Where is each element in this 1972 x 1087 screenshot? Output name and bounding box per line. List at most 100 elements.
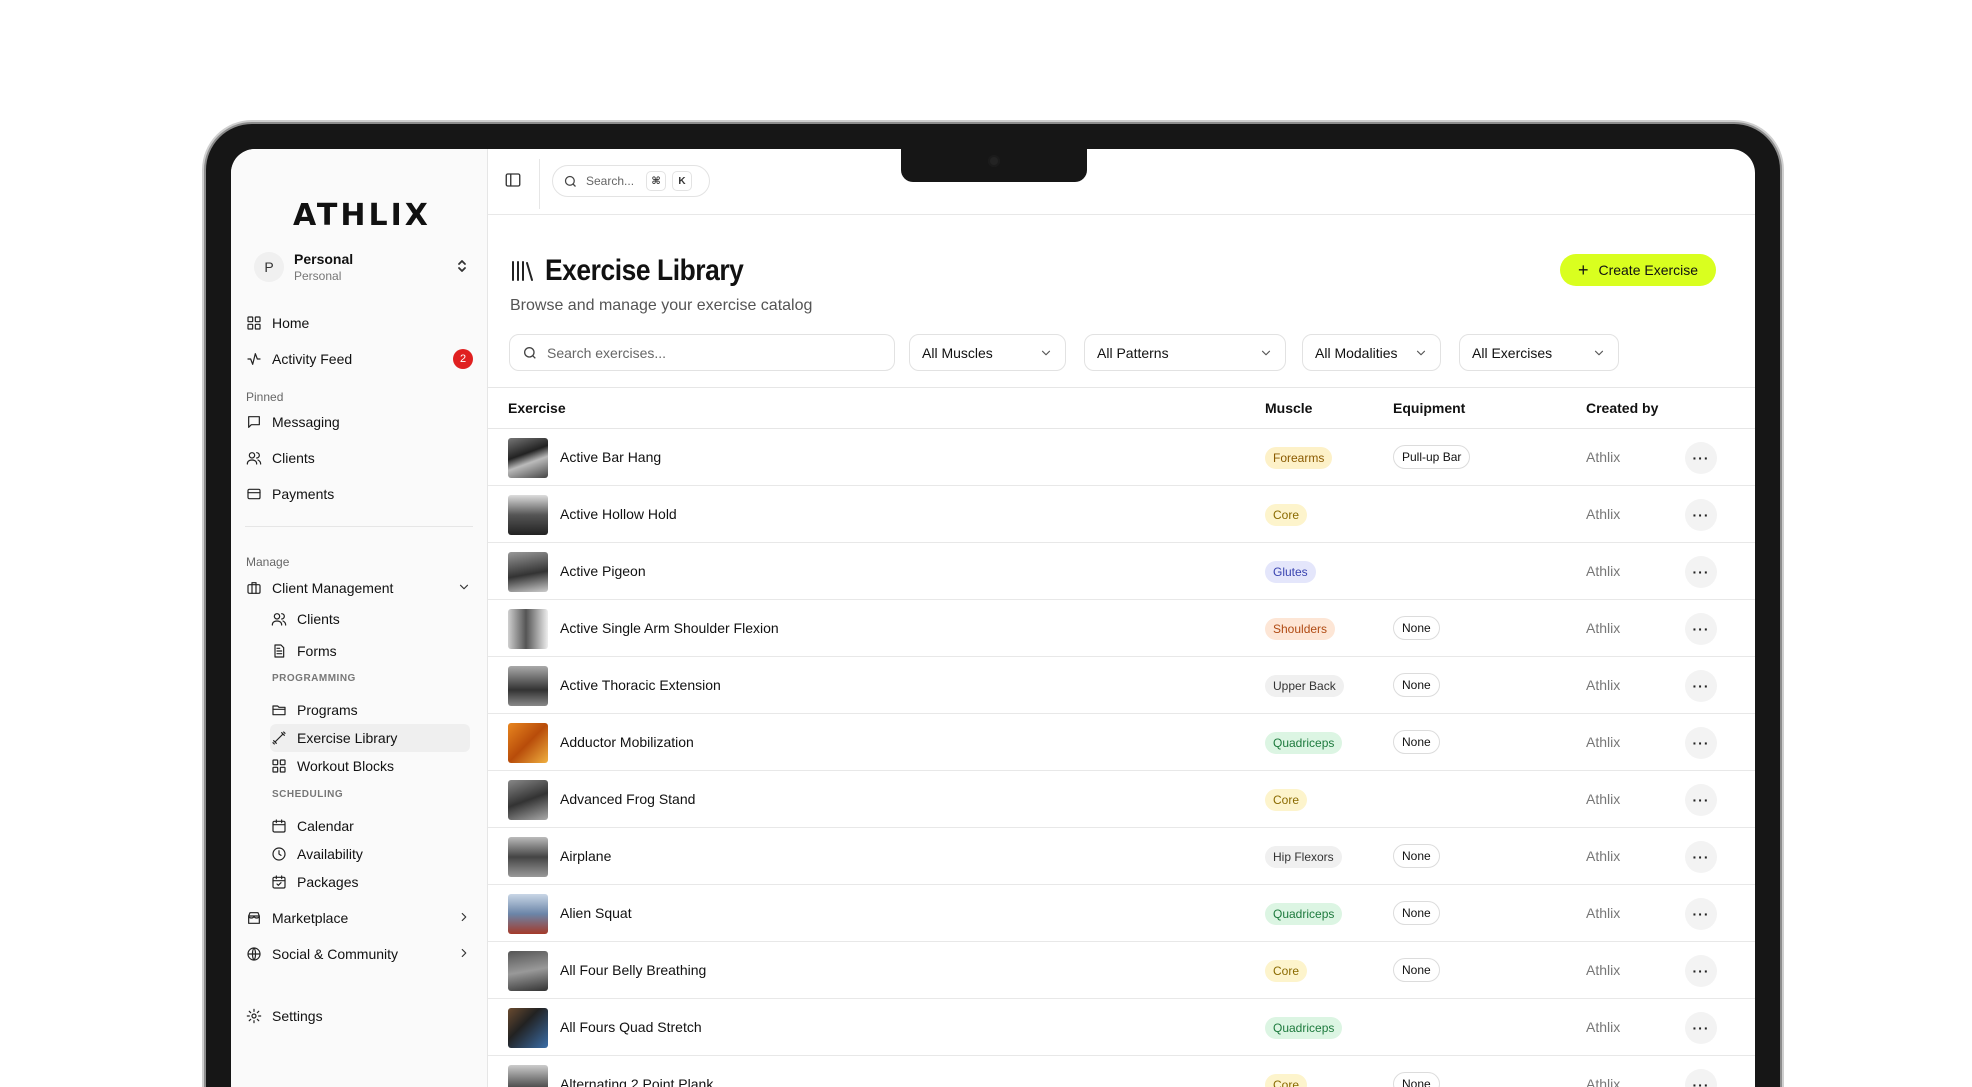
- sidebar-item-home[interactable]: Home: [245, 309, 473, 337]
- exercise-thumbnail: [508, 609, 548, 649]
- sidebar-item-marketplace[interactable]: Marketplace: [245, 904, 473, 932]
- created-by: Athlix: [1586, 791, 1621, 807]
- app-screen: ATHLIX P Personal Personal Home Activity…: [231, 149, 1755, 1087]
- created-by: Athlix: [1586, 905, 1621, 921]
- table-row[interactable]: Active Single Arm Shoulder Flexion Should…: [488, 600, 1755, 657]
- workspace-switcher[interactable]: P Personal Personal: [254, 248, 468, 286]
- exercise-name[interactable]: Advanced Frog Stand: [560, 791, 695, 807]
- sidebar-item-client-management[interactable]: Client Management: [245, 574, 473, 602]
- exercise-name[interactable]: Active Pigeon: [560, 563, 646, 579]
- equipment-badge: None: [1393, 1072, 1440, 1087]
- muscle-badge: Shoulders: [1265, 618, 1336, 640]
- exercise-thumbnail: [508, 780, 548, 820]
- create-exercise-button[interactable]: + Create Exercise: [1560, 254, 1716, 286]
- section-label-manage: Manage: [246, 555, 290, 569]
- created-by: Athlix: [1586, 506, 1621, 522]
- muscle-badge: Quadriceps: [1265, 1017, 1343, 1039]
- sidebar-item-forms[interactable]: Forms: [270, 637, 470, 665]
- more-options-icon[interactable]: ···: [1685, 727, 1717, 759]
- page-header: Exercise Library: [509, 254, 770, 288]
- created-by: Athlix: [1586, 620, 1621, 636]
- more-options-icon[interactable]: ···: [1685, 784, 1717, 816]
- more-options-icon[interactable]: ···: [1685, 841, 1717, 873]
- global-search-input[interactable]: Search... ⌘ K: [552, 165, 710, 197]
- more-options-icon[interactable]: ···: [1685, 613, 1717, 645]
- filter-patterns-select[interactable]: All Patterns: [1084, 334, 1286, 371]
- sidebar-item-label: Exercise Library: [297, 730, 398, 746]
- grid-icon: [270, 757, 288, 775]
- sidebar-item-label: Programs: [297, 702, 358, 718]
- more-options-icon[interactable]: ···: [1685, 898, 1717, 930]
- table-row[interactable]: Advanced Frog Stand Core Athlix ···: [488, 771, 1755, 828]
- exercise-name[interactable]: Active Hollow Hold: [560, 506, 677, 522]
- gear-icon: [245, 1007, 263, 1025]
- filter-exercises-select[interactable]: All Exercises: [1459, 334, 1619, 371]
- exercise-search-input[interactable]: Search exercises...: [509, 334, 895, 371]
- more-options-icon[interactable]: ···: [1685, 670, 1717, 702]
- sidebar-item-clients[interactable]: Clients: [245, 444, 473, 472]
- table-row[interactable]: All Four Belly Breathing Core None Athlix ··…: [488, 942, 1755, 999]
- sidebar-item-settings[interactable]: Settings: [245, 1002, 473, 1030]
- more-options-icon[interactable]: ···: [1685, 955, 1717, 987]
- sidebar-item-payments[interactable]: Payments: [245, 480, 473, 508]
- table-row[interactable]: Airplane Hip Flexors None Athlix ···: [488, 828, 1755, 885]
- table-header: Exercise Muscle Equipment Created by: [488, 387, 1755, 429]
- brand-logo[interactable]: ATHLIX: [293, 198, 431, 233]
- sidebar-item-activity-feed[interactable]: Activity Feed 2: [245, 345, 473, 373]
- table-row[interactable]: Active Bar Hang Forearms Pull-up Bar Athlix…: [488, 429, 1755, 486]
- table-row[interactable]: All Fours Quad Stretch Quadriceps Athlix ··…: [488, 999, 1755, 1056]
- exercise-name[interactable]: Alien Squat: [560, 905, 632, 921]
- table-row[interactable]: Adductor Mobilization Quadriceps None Athli…: [488, 714, 1755, 771]
- exercise-name[interactable]: Active Single Arm Shoulder Flexion: [560, 620, 779, 636]
- table-row[interactable]: Alien Squat Quadriceps None Athlix ···: [488, 885, 1755, 942]
- more-options-icon[interactable]: ···: [1685, 1069, 1717, 1087]
- header-equipment[interactable]: Equipment: [1393, 400, 1465, 416]
- exercise-name[interactable]: Active Bar Hang: [560, 449, 661, 465]
- sidebar-item-messaging[interactable]: Messaging: [245, 408, 473, 436]
- header-created-by[interactable]: Created by: [1586, 400, 1658, 416]
- sidebar-item-programs[interactable]: Programs: [270, 696, 470, 724]
- table-row[interactable]: Active Pigeon Glutes Athlix ···: [488, 543, 1755, 600]
- sidebar-item-availability[interactable]: Availability: [270, 840, 470, 868]
- more-options-icon[interactable]: ···: [1685, 1012, 1717, 1044]
- created-by: Athlix: [1586, 563, 1621, 579]
- sidebar-item-label: Availability: [297, 846, 363, 862]
- kbd-k: K: [672, 171, 693, 191]
- exercise-name[interactable]: All Fours Quad Stretch: [560, 1019, 702, 1035]
- equipment-badge: None: [1393, 730, 1440, 754]
- sidebar-item-packages[interactable]: Packages: [270, 868, 470, 896]
- table-row[interactable]: Active Thoracic Extension Upper Back None A…: [488, 657, 1755, 714]
- filter-muscles-select[interactable]: All Muscles: [909, 334, 1066, 371]
- filter-modalities-select[interactable]: All Modalities: [1302, 334, 1441, 371]
- created-by: Athlix: [1586, 734, 1621, 750]
- briefcase-icon: [245, 579, 263, 597]
- exercise-name[interactable]: All Four Belly Breathing: [560, 962, 706, 978]
- table-row[interactable]: Alternating 2 Point Plank Core None Athlix ·…: [488, 1056, 1755, 1087]
- sidebar-item-exercise-library[interactable]: Exercise Library: [270, 724, 470, 752]
- muscle-badge: Forearms: [1265, 447, 1333, 469]
- sidebar-item-calendar[interactable]: Calendar: [270, 812, 470, 840]
- kbd-command: ⌘: [646, 171, 667, 191]
- table-row[interactable]: Active Hollow Hold Core Athlix ···: [488, 486, 1755, 543]
- exercise-name[interactable]: Airplane: [560, 848, 611, 864]
- more-options-icon[interactable]: ···: [1685, 442, 1717, 474]
- sidebar-item-label: Calendar: [297, 818, 354, 834]
- sidebar-toggle-icon[interactable]: [504, 171, 522, 189]
- exercise-name[interactable]: Adductor Mobilization: [560, 734, 694, 750]
- chevron-up-down-icon: [456, 258, 468, 277]
- exercise-name[interactable]: Alternating 2 Point Plank: [560, 1076, 713, 1087]
- users-icon: [270, 610, 288, 628]
- sidebar-item-cm-clients[interactable]: Clients: [270, 605, 470, 633]
- clock-icon: [270, 845, 288, 863]
- search-icon: [524, 346, 536, 359]
- sidebar-item-workout-blocks[interactable]: Workout Blocks: [270, 752, 470, 780]
- sidebar-item-label: Packages: [297, 874, 359, 890]
- header-muscle[interactable]: Muscle: [1265, 400, 1312, 416]
- header-exercise[interactable]: Exercise: [508, 400, 566, 416]
- activity-icon: [245, 350, 263, 368]
- equipment-badge: None: [1393, 616, 1440, 640]
- sidebar-item-social-community[interactable]: Social & Community: [245, 940, 473, 968]
- more-options-icon[interactable]: ···: [1685, 499, 1717, 531]
- more-options-icon[interactable]: ···: [1685, 556, 1717, 588]
- exercise-name[interactable]: Active Thoracic Extension: [560, 677, 721, 693]
